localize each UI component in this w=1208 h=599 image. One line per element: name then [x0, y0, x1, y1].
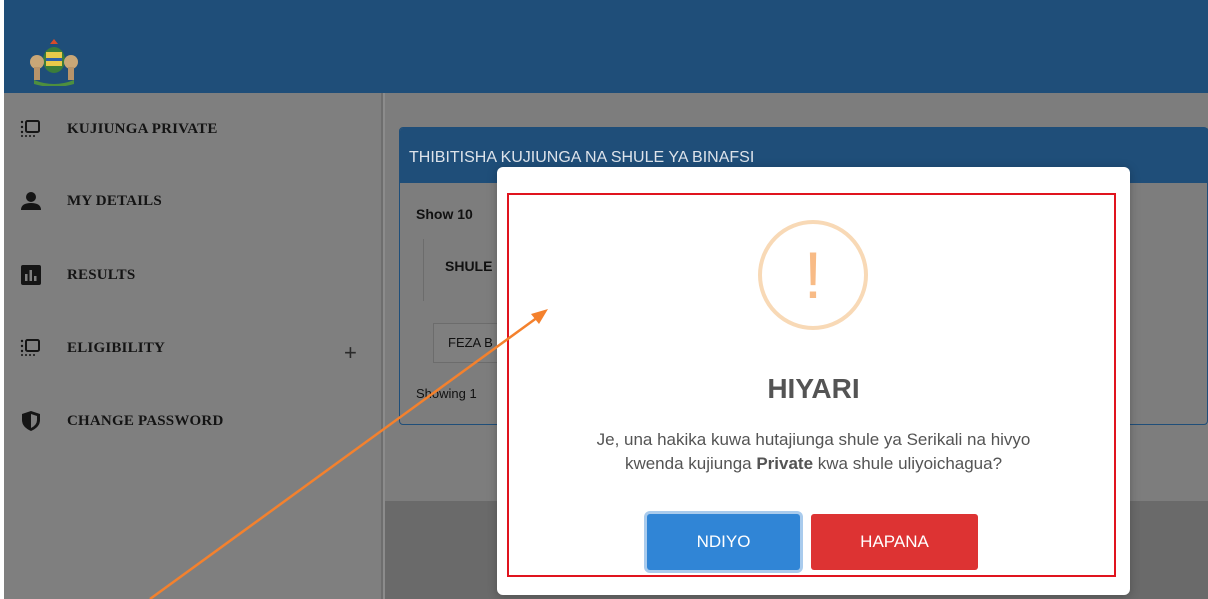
dialog-title: HIYARI [767, 373, 860, 404]
school-name-cell: FEZA B [448, 335, 493, 350]
person-icon [20, 190, 42, 212]
sidebar-item-eligibility[interactable]: ELIGIBILITY [20, 333, 165, 363]
sidebar-item-label: CHANGE PASSWORD [67, 412, 224, 429]
sidebar-item-label: MY DETAILS [67, 192, 162, 209]
top-bar [4, 0, 1208, 93]
sidebar-item-label: ELIGIBILITY [67, 339, 166, 356]
sidebar-item-label: RESULTS [67, 266, 136, 283]
sidebar-item-my-details[interactable]: MY DETAILS [20, 186, 162, 216]
column-header-shule: SHULE [445, 258, 493, 274]
table-info-label: Showing 1 [416, 386, 477, 401]
list-screen-icon [20, 118, 42, 140]
dialog-message-emphasis: Private [756, 454, 814, 473]
confirm-ndiyo-button[interactable]: NDIYO [647, 514, 800, 570]
bar-chart-icon [20, 264, 42, 286]
cancel-hapana-button[interactable]: HAPANA [811, 514, 978, 570]
card-title: THIBITISHA KUJIUNGA NA SHULE YA BINAFSI [409, 149, 755, 166]
dialog-message-line2: kwenda kujiunga Private kwa shule uliyoi… [497, 452, 1130, 476]
warning-symbol: ! [804, 238, 822, 312]
warning-icon: ! [758, 220, 868, 330]
expand-plus-icon[interactable]: + [344, 340, 357, 366]
list-screen-icon [20, 337, 42, 359]
entries-length-label[interactable]: Show 10 [416, 206, 473, 222]
dialog-message-line1: Je, una hakika kuwa hutajiunga shule ya … [596, 430, 1031, 449]
dialog-message-part: kwenda kujiunga [624, 454, 757, 473]
dialog-message-part: kwa shule uliyoichagua? [813, 454, 1003, 473]
dialog-message: Je, una hakika kuwa hutajiunga shule ya … [497, 428, 1130, 476]
sidebar-item-results[interactable]: RESULTS [20, 260, 135, 290]
sidebar-item-change-password[interactable]: CHANGE PASSWORD [20, 406, 224, 436]
sidebar: KUJIUNGA PRIVATE MY DETAILS RESULTS ELIG… [4, 93, 383, 599]
sidebar-item-kujiunga-private[interactable]: KUJIUNGA PRIVATE [20, 114, 218, 144]
shield-icon [20, 410, 42, 432]
sidebar-item-label: KUJIUNGA PRIVATE [67, 120, 218, 137]
coat-of-arms-logo [30, 39, 78, 86]
